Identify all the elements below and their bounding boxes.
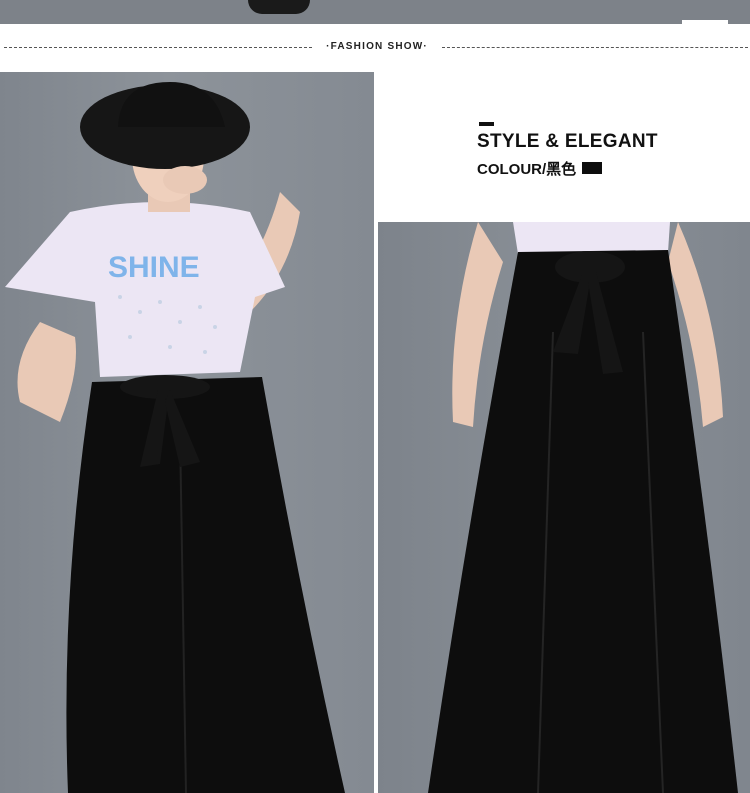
section-title: ·FASHION SHOW·: [326, 41, 428, 52]
model-photo-closeup: [378, 222, 750, 793]
header-divider-right: [442, 47, 748, 48]
top-white-swatch: [682, 20, 728, 24]
accent-dash: [479, 122, 494, 126]
model-photo-front: SHINE: [0, 72, 374, 793]
style-heading: STYLE & ELEGANT: [477, 131, 658, 152]
sandal-image: [248, 0, 310, 14]
model-front-illustration: SHINE: [5, 82, 346, 793]
model-closeup-illustration: [428, 222, 738, 793]
colour-label: COLOUR/黑色: [477, 161, 577, 178]
colour-swatch: [582, 162, 602, 174]
tshirt-print-text: SHINE: [108, 251, 200, 284]
header-divider-left: [4, 47, 312, 48]
top-photo-strip: [0, 0, 750, 24]
